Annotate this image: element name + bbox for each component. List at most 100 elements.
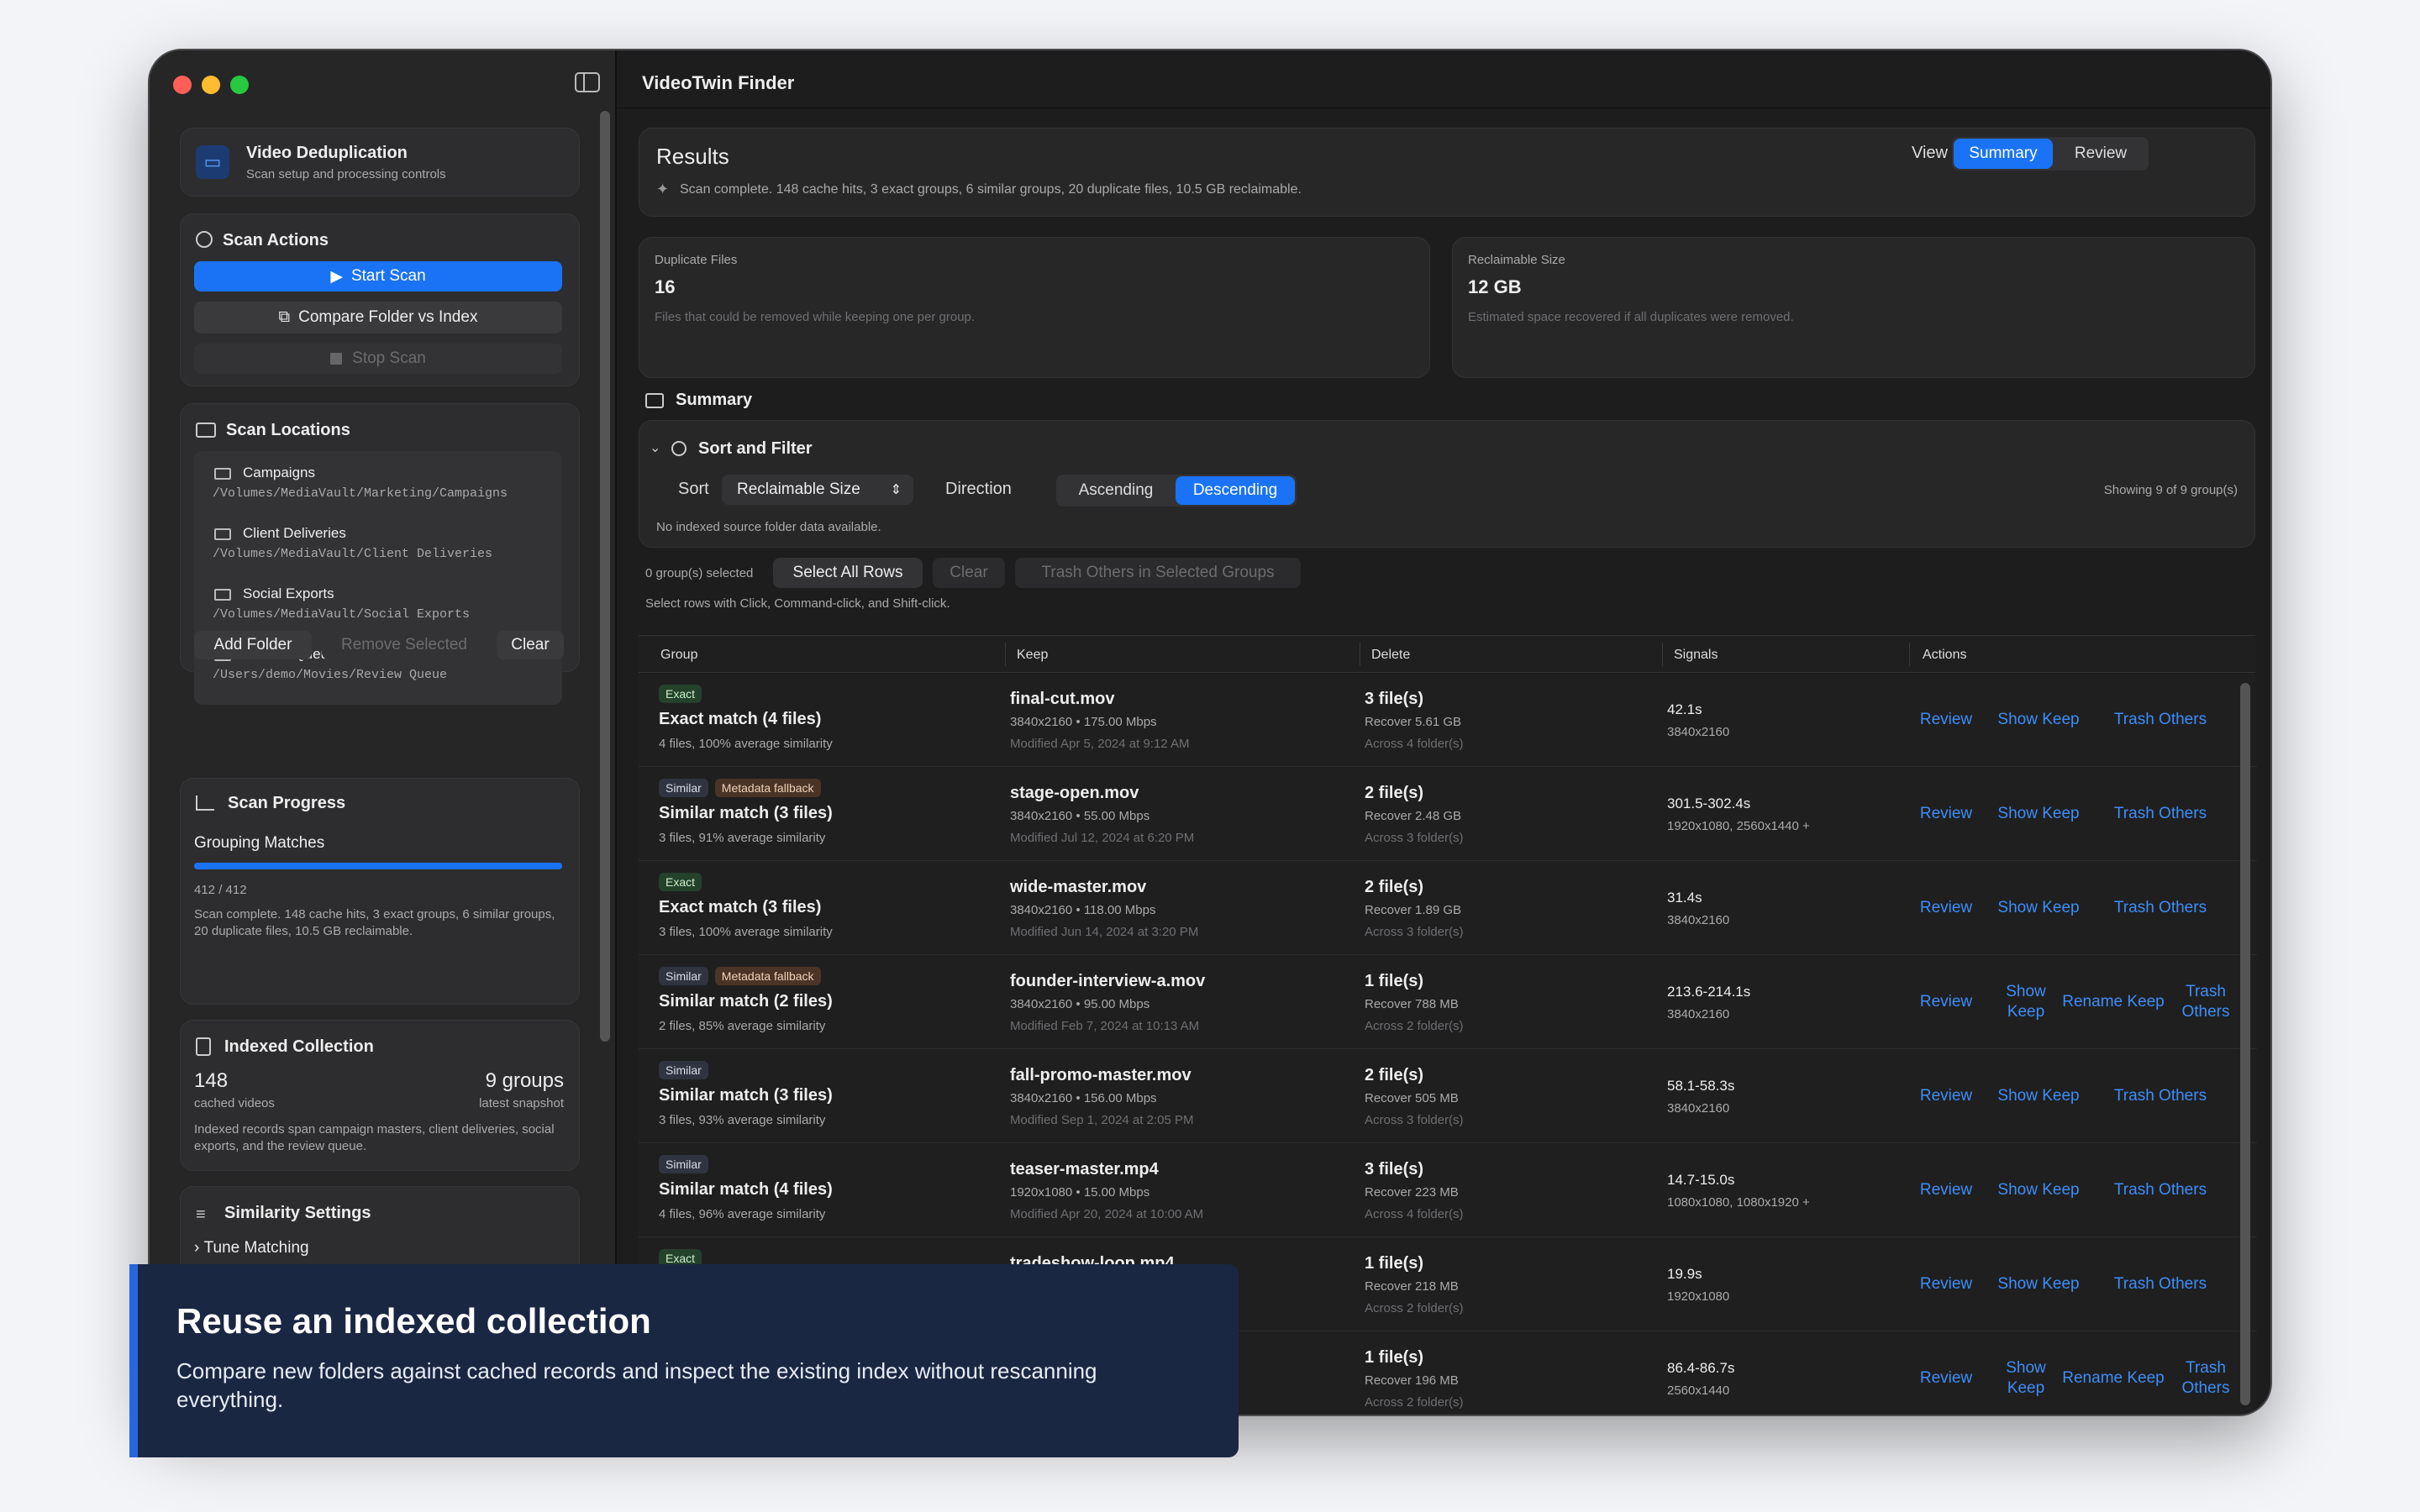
location-item[interactable]: Campaigns/Volumes/MediaVault/Marketing/C… — [194, 465, 562, 518]
row-action-button[interactable]: Trash Others — [2176, 982, 2235, 1022]
table-icon — [645, 393, 664, 408]
column-group[interactable]: Group — [660, 648, 697, 663]
scan-locations-title: Scan Locations — [226, 421, 350, 439]
stop-scan-button[interactable]: Stop Scan — [194, 344, 562, 374]
row-action-button[interactable]: Review — [1912, 992, 1980, 1012]
sort-select[interactable]: Reclaimable Size ⇕ — [722, 475, 913, 505]
row-action-button[interactable]: Trash Others — [2099, 898, 2222, 918]
location-name: Campaigns — [243, 465, 315, 480]
view-segmented-control: Summary Review — [1952, 137, 2149, 171]
column-keep[interactable]: Keep — [1017, 648, 1048, 663]
delete-recover: Recover 5.61 GB — [1365, 715, 1462, 729]
scan-progress-card: Scan Progress Grouping Matches 412 / 412 Sc… — [180, 778, 580, 1005]
tag-list: Similar Metadata fallback — [659, 967, 828, 985]
table-row[interactable]: Similar Metadata fallback Similar match (2… — [639, 955, 2257, 1049]
indexed-count: 148 — [194, 1069, 229, 1092]
row-action-button[interactable]: Trash Others — [2099, 1274, 2222, 1294]
chart-icon — [196, 795, 214, 811]
group-cell: Similar Similar match (3 files) 3 files, 9… — [659, 1049, 1003, 1143]
direction-descending[interactable]: Descending — [1176, 476, 1295, 505]
view-summary-tab[interactable]: Summary — [1954, 139, 2053, 169]
row-action-button[interactable]: Review — [1912, 898, 1980, 918]
window-title: VideoTwin Finder — [642, 72, 795, 93]
row-action-button[interactable]: Review — [1912, 1180, 1980, 1200]
match-tag: Exact — [659, 685, 702, 703]
row-action-button[interactable]: Show Keep — [1988, 898, 2089, 918]
direction-ascending[interactable]: Ascending — [1058, 476, 1174, 505]
row-action-button[interactable]: Show Keep — [1988, 1180, 2089, 1200]
sidebar-scrollbar[interactable] — [600, 111, 610, 1042]
row-action-button[interactable]: Trash Others — [2099, 710, 2222, 730]
document-icon — [196, 1037, 211, 1056]
row-action-button[interactable]: Show Keep — [1988, 710, 2089, 730]
close-window-button[interactable] — [173, 76, 192, 94]
column-actions[interactable]: Actions — [1923, 648, 1966, 663]
select-all-rows-button[interactable]: Select All Rows — [773, 558, 923, 588]
delete-count: 3 file(s) — [1365, 1160, 1424, 1179]
table-row[interactable]: Similar Similar match (3 files) 3 files, 9… — [639, 1049, 2257, 1143]
row-action-button[interactable]: Trash Others — [2176, 1358, 2235, 1399]
progress-bar — [194, 863, 562, 869]
chevron-down-icon[interactable]: ⌄ — [650, 439, 660, 456]
match-tag: Metadata fallback — [714, 779, 821, 797]
compare-folder-button[interactable]: ⧉ Compare Folder vs Index — [194, 302, 562, 333]
indexed-groups: 9 groups — [485, 1069, 564, 1092]
column-signals[interactable]: Signals — [1674, 648, 1718, 663]
match-tag: Similar — [659, 1155, 708, 1173]
row-action-button[interactable]: Show Keep — [1988, 804, 2089, 824]
row-action-button[interactable]: Show Keep — [1988, 1274, 2089, 1294]
match-tag: Similar — [659, 779, 708, 797]
view-review-tab[interactable]: Review — [2054, 139, 2147, 169]
row-action-button[interactable]: Review — [1912, 1086, 1980, 1106]
keep-file-modified: Modified Sep 1, 2024 at 2:05 PM — [1010, 1113, 1194, 1127]
folder-icon — [214, 468, 231, 480]
keep-cell: teaser-master.mp4 1920x1080 • 15.00 Mbps M… — [1010, 1143, 1355, 1237]
add-folder-button[interactable]: Add Folder — [194, 631, 312, 659]
column-delete[interactable]: Delete — [1371, 648, 1410, 663]
remove-selected-button[interactable]: Remove Selected — [322, 631, 487, 659]
sort-label: Sort — [678, 480, 709, 498]
tag-list: Exact — [659, 685, 708, 703]
start-scan-button[interactable]: ▶ Start Scan — [194, 261, 562, 291]
table-row[interactable]: Exact Exact match (4 files) 4 files, 100% … — [639, 673, 2257, 767]
results-title: Results — [656, 144, 729, 169]
table-row[interactable]: Similar Metadata fallback Similar match (3… — [639, 767, 2257, 861]
zoom-window-button[interactable] — [230, 76, 249, 94]
table-row[interactable]: Exact Exact match (3 files) 3 files, 100% … — [639, 861, 2257, 955]
signal-resolution: 3840x2160 — [1667, 913, 1730, 927]
sidebar-toggle-icon[interactable] — [575, 72, 600, 92]
table-scrollbar[interactable] — [2240, 683, 2250, 1405]
row-action-button[interactable]: Review — [1912, 710, 1980, 730]
trash-others-selected-button[interactable]: Trash Others in Selected Groups — [1015, 558, 1301, 588]
location-item[interactable]: Client Deliveries/Volumes/MediaVault/Cli… — [194, 525, 562, 579]
group-title: Similar match (4 files) — [659, 1180, 833, 1199]
delete-cell: 1 file(s) Recover 196 MB Across 2 folder(s… — [1365, 1331, 1659, 1415]
signals-cell: 86.4-86.7s 2560x1440 — [1667, 1331, 1902, 1415]
tune-matching-disclosure[interactable]: › Tune Matching — [194, 1239, 309, 1257]
row-action-button[interactable]: Trash Others — [2099, 1086, 2222, 1106]
keep-file-modified: Modified Jul 12, 2024 at 6:20 PM — [1010, 831, 1195, 845]
stop-icon — [330, 353, 343, 365]
clear-locations-button[interactable]: Clear — [497, 631, 564, 659]
row-action-button[interactable]: Show Keep — [1988, 1086, 2089, 1106]
row-action-button[interactable]: Rename Keep — [2050, 992, 2176, 1012]
table-row[interactable]: Similar Similar match (4 files) 4 files, 9… — [639, 1143, 2257, 1237]
row-action-button[interactable]: Review — [1912, 1274, 1980, 1294]
keep-file-name: stage-open.mov — [1010, 784, 1139, 802]
keep-cell: founder-interview-a.mov 3840x2160 • 95.00… — [1010, 955, 1355, 1049]
keep-file-name: final-cut.mov — [1010, 690, 1115, 708]
keep-file-name: wide-master.mov — [1010, 878, 1147, 896]
keep-file-info: 3840x2160 • 118.00 Mbps — [1010, 903, 1156, 917]
row-action-button[interactable]: Rename Keep — [2050, 1368, 2176, 1389]
clear-selection-button[interactable]: Clear — [933, 558, 1005, 588]
signal-resolution: 2560x1440 — [1667, 1383, 1730, 1398]
row-action-button[interactable]: Trash Others — [2099, 1180, 2222, 1200]
row-action-button[interactable]: Trash Others — [2099, 804, 2222, 824]
keep-file-modified: Modified Jun 14, 2024 at 3:20 PM — [1010, 925, 1199, 939]
row-action-button[interactable]: Review — [1912, 804, 1980, 824]
group-subtitle: 3 files, 93% average similarity — [659, 1113, 826, 1127]
minimize-window-button[interactable] — [202, 76, 220, 94]
delete-count: 1 file(s) — [1365, 972, 1424, 990]
row-action-button[interactable]: Review — [1912, 1368, 1980, 1389]
match-tag: Metadata fallback — [714, 967, 821, 985]
